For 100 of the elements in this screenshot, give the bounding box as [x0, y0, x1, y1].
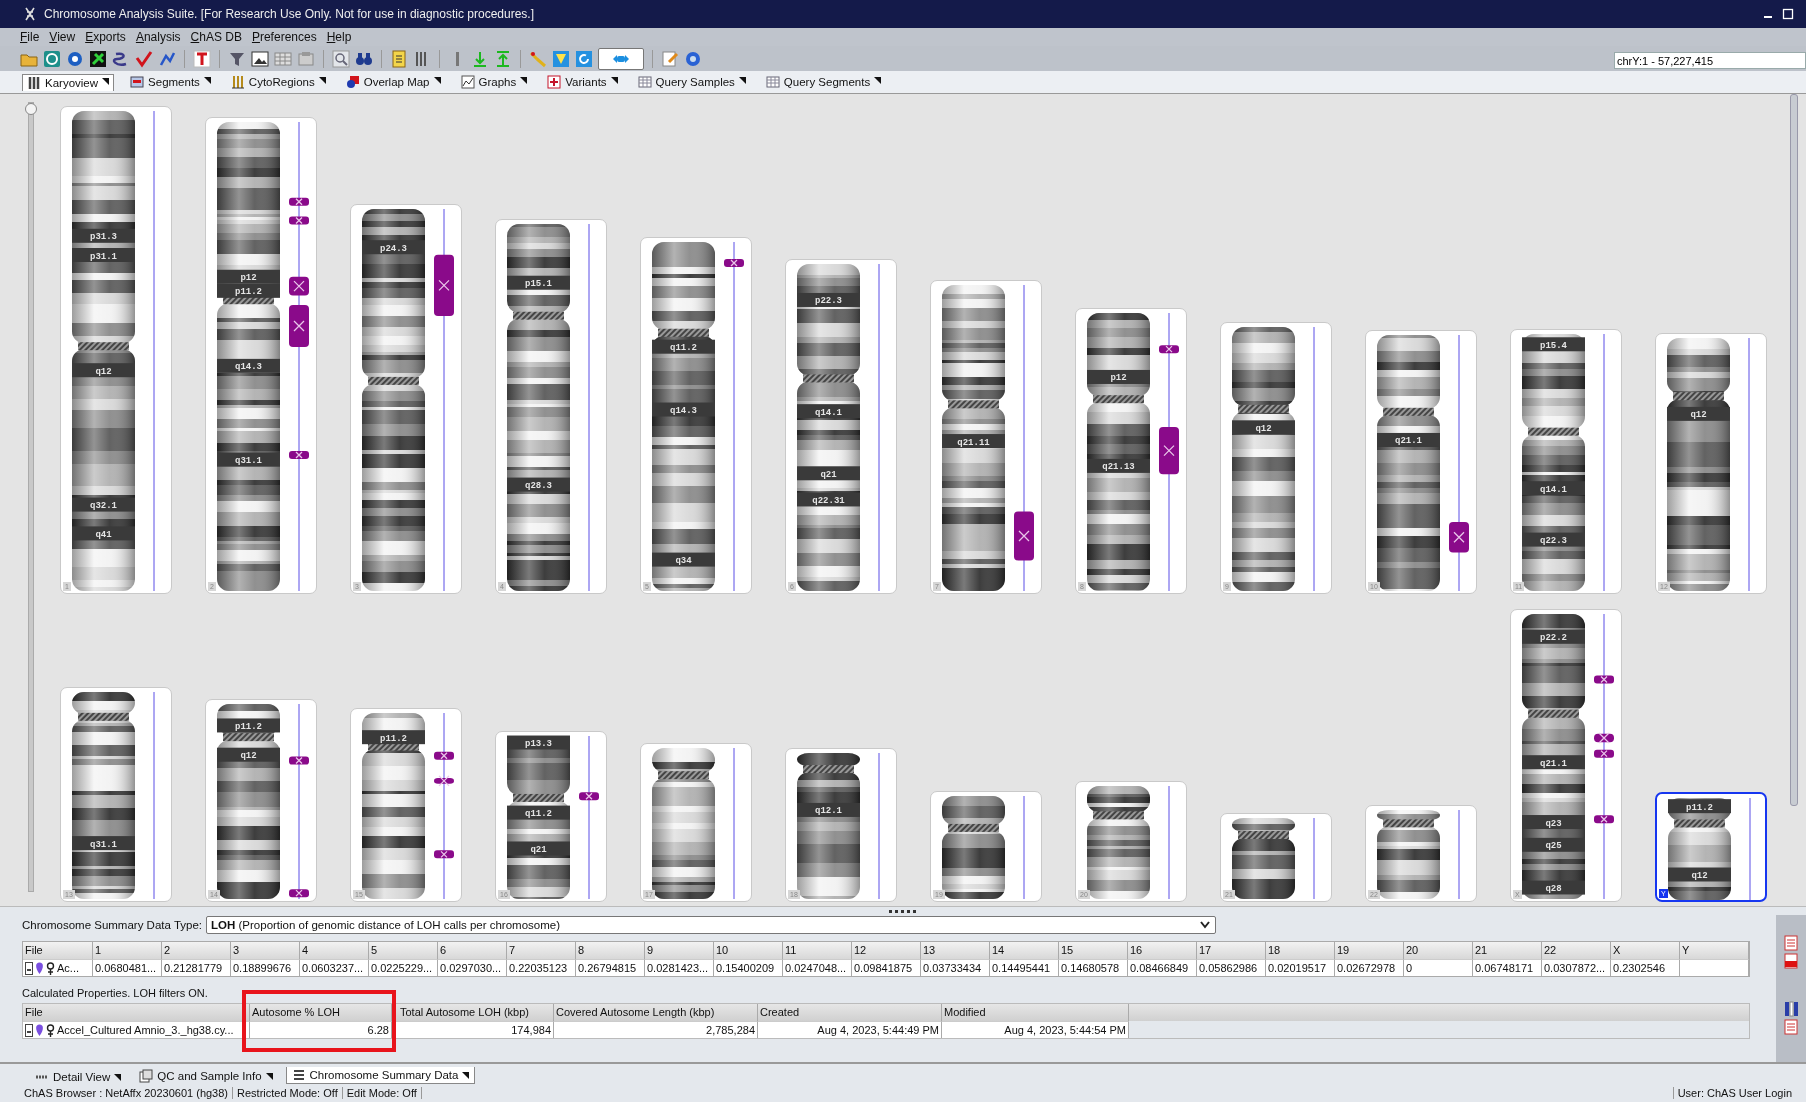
- status-text: Edit Mode: Off: [342, 1087, 422, 1100]
- panel-tab[interactable]: QC and Sample Info: [134, 1068, 278, 1085]
- menu-item[interactable]: View: [49, 29, 76, 44]
- panel-tab[interactable]: Detail View: [30, 1070, 127, 1085]
- karyotype-icon: [27, 75, 41, 90]
- menu-item[interactable]: ChAS DB: [190, 29, 242, 44]
- overlap-icon: [345, 75, 360, 90]
- menu-item[interactable]: File: [20, 29, 40, 44]
- caret-icon: [203, 77, 211, 85]
- loh-marker-icon[interactable]: [289, 889, 309, 898]
- table-cell: 0.15400209: [714, 959, 783, 977]
- help-icon[interactable]: [684, 49, 702, 68]
- band-label: q21.1: [1377, 433, 1440, 448]
- refresh-icon[interactable]: [575, 49, 593, 68]
- bucket-icon[interactable]: [552, 49, 570, 68]
- table-cell: 0.06748171: [1473, 959, 1542, 977]
- view-tab[interactable]: Query Samples: [633, 74, 750, 91]
- edit-icon[interactable]: [661, 49, 679, 68]
- loh-marker-icon[interactable]: [434, 752, 454, 761]
- pdf-icon[interactable]: [1783, 953, 1799, 970]
- table-cell: 0.22035123: [507, 959, 576, 977]
- loh-marker-icon[interactable]: [1594, 815, 1614, 824]
- female-symbol-icon: [46, 1023, 55, 1037]
- panel-tab[interactable]: Chromosome Summary Data: [285, 1067, 476, 1085]
- band-label: p31.3: [72, 229, 135, 244]
- loh-marker-icon[interactable]: [1159, 427, 1179, 475]
- toggle-button[interactable]: [598, 47, 644, 70]
- loh-marker-icon[interactable]: [1594, 732, 1614, 744]
- menu-item[interactable]: Preferences: [251, 29, 317, 44]
- loh-marker-icon[interactable]: [1594, 750, 1614, 758]
- table-cell: [1680, 959, 1749, 977]
- check-icon[interactable]: [135, 49, 153, 68]
- loh-marker-icon[interactable]: [289, 277, 309, 296]
- loh-marker-icon[interactable]: [1014, 511, 1034, 561]
- loh-marker-icon[interactable]: [289, 451, 309, 460]
- caret-icon: [610, 77, 618, 85]
- table-cell: 0.02672978: [1335, 959, 1404, 977]
- ring-icon[interactable]: [43, 49, 61, 68]
- spreadsheet-icon[interactable]: [1783, 935, 1799, 952]
- loh-marker-icon[interactable]: [289, 756, 309, 765]
- band-label: p15.4: [1522, 337, 1585, 352]
- dot-icon[interactable]: [66, 49, 84, 68]
- caret-icon: [462, 1071, 470, 1079]
- status-text: ChAS Browser : NetAffx 20230601 (hg38): [20, 1087, 234, 1100]
- band-label: q21: [797, 466, 860, 481]
- loh-marker-icon[interactable]: [579, 792, 599, 801]
- table-cell: 0.0603237...: [300, 959, 369, 977]
- table-cell: 0.0680481...: [93, 959, 162, 977]
- menu-item[interactable]: Help: [326, 29, 352, 44]
- properties-caption: Calculated Properties. LOH filters ON.: [22, 987, 209, 1002]
- band-label: q12: [217, 748, 280, 763]
- loh-marker-icon[interactable]: [434, 850, 454, 859]
- table-cell: 0.26794815: [576, 959, 645, 977]
- band-label: p15.1: [507, 276, 570, 291]
- band-label: q21.1: [1522, 755, 1585, 770]
- view-tab[interactable]: Karyoview: [22, 73, 115, 91]
- loh-marker-icon[interactable]: [1159, 345, 1179, 354]
- clipboard-icon: [139, 1069, 154, 1084]
- loh-marker-icon[interactable]: [289, 216, 309, 225]
- table-cell: Aug 4, 2023, 5:44:54 PM: [942, 1021, 1129, 1039]
- band-label: p11.2: [362, 730, 425, 745]
- maximize-icon[interactable]: [1782, 7, 1794, 20]
- loh-marker-icon[interactable]: [434, 255, 454, 317]
- view-tab[interactable]: CytoRegions: [226, 74, 330, 91]
- loh-marker-icon[interactable]: [289, 198, 309, 207]
- zoom-icon[interactable]: [332, 49, 350, 68]
- zoom-slider[interactable]: [28, 102, 34, 893]
- band-label: p12: [217, 270, 280, 285]
- loh-marker-icon[interactable]: [724, 259, 744, 268]
- slider-thumb[interactable]: [25, 103, 37, 116]
- table-cell: 0.0307872...: [1542, 959, 1611, 977]
- female-symbol-icon: [46, 961, 55, 975]
- view-tab[interactable]: Query Segments: [761, 74, 886, 91]
- scrollbar[interactable]: [1790, 94, 1798, 807]
- band-label: q11.2: [652, 340, 715, 355]
- pin-icon: [35, 961, 44, 975]
- tee-icon[interactable]: [193, 49, 211, 68]
- document-icon[interactable]: [390, 49, 408, 68]
- view-tab[interactable]: Graphs: [456, 74, 532, 91]
- band-label: q21.13: [1087, 459, 1150, 474]
- band-label: q12: [1232, 420, 1295, 435]
- view-tab[interactable]: Variants: [543, 74, 622, 91]
- view-tab[interactable]: Overlap Map: [341, 74, 445, 91]
- columns-icon[interactable]: [1783, 1001, 1799, 1018]
- loh-marker-icon[interactable]: [289, 305, 309, 348]
- view-tab[interactable]: Segments: [126, 74, 215, 91]
- loh-marker-icon[interactable]: [434, 775, 454, 787]
- picture-icon[interactable]: [251, 49, 269, 68]
- band-label: q12: [72, 363, 135, 378]
- loh-marker-icon[interactable]: [1594, 675, 1614, 684]
- splitter-grip-icon[interactable]: [889, 909, 917, 913]
- menu-item[interactable]: Exports: [85, 29, 126, 44]
- table-cell: 0.09841875: [852, 959, 921, 977]
- loh-marker-icon[interactable]: [1449, 522, 1469, 553]
- data-type-dropdown[interactable]: LOH (Proportion of genomic distance of LOH calls per chromosome): [206, 916, 1217, 935]
- user-status: User: ChAS User Login: [1672, 1087, 1796, 1100]
- table-cell: 6.28: [250, 1021, 392, 1039]
- location-field[interactable]: chrY:1 - 57,227,415: [1614, 52, 1806, 70]
- table-cell: 0.0281423...: [645, 959, 714, 977]
- menu-item[interactable]: Analysis: [135, 29, 181, 44]
